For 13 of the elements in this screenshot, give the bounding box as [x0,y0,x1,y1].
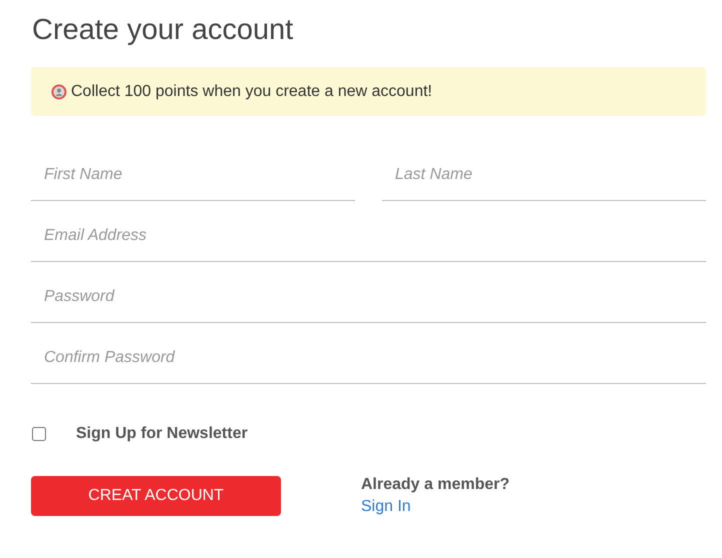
input-field[interactable]: Email Address [31,214,706,262]
page-title: Create your account [32,13,294,48]
member-prompt: Already a member? [361,475,510,495]
promo-text: Collect 100 points when you create a new account! [71,82,432,102]
avatar-icon [51,84,67,100]
input-field[interactable]: Confirm Password [31,336,706,384]
newsletter-label: Sign Up for Newsletter [76,424,248,444]
newsletter-checkbox[interactable] [32,427,46,441]
name-field[interactable]: Last Name [382,153,706,201]
input-field[interactable]: Password [31,275,706,323]
name-field[interactable]: First Name [31,153,355,201]
sign-in-link[interactable]: Sign In [361,496,411,518]
create-account-button[interactable]: CREAT ACCOUNT [31,476,281,516]
